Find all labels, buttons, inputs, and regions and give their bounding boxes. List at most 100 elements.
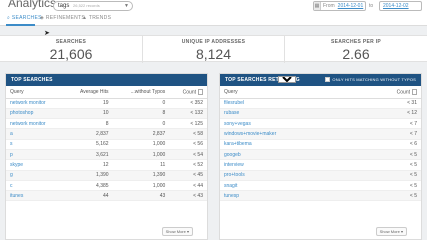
count: < 6 bbox=[356, 139, 421, 150]
col-without-typos[interactable]: ...without Typos bbox=[112, 86, 170, 99]
query-link[interactable]: sony+vegas bbox=[224, 121, 251, 127]
count: < 5 bbox=[356, 149, 421, 161]
count: < 5 bbox=[356, 159, 421, 171]
count: < 56 bbox=[169, 139, 207, 150]
table-row: snagit < 5 bbox=[220, 180, 421, 192]
table-row: p 3,621 1,000 < 54 bbox=[6, 149, 207, 161]
app-header: Analytics tags 26,522 records ▼ ▦ From 201… bbox=[0, 0, 427, 13]
col-count-label: Count bbox=[396, 88, 410, 95]
table-row: photoshop 10 8 < 132 bbox=[6, 108, 207, 120]
col-count[interactable]: Count bbox=[356, 86, 421, 99]
only-hits-toggle[interactable]: ONLY HITS MATCHING WITHOUT TYPOS bbox=[325, 74, 416, 86]
col-count[interactable]: Count bbox=[169, 86, 207, 99]
query-link[interactable]: itunes bbox=[10, 193, 23, 199]
stat-label: SEARCHES bbox=[55, 39, 87, 45]
query-link[interactable]: p bbox=[10, 152, 13, 158]
table-row: c 4,385 1,000 < 44 bbox=[6, 180, 207, 192]
top-searches-table: Query Average Hits ...without Typos Coun… bbox=[6, 86, 207, 202]
avg-hits: 12 bbox=[63, 159, 113, 171]
query-link[interactable]: googeb bbox=[224, 152, 241, 158]
from-date[interactable]: 2014-12-01 bbox=[338, 3, 364, 9]
without-typos: 8 bbox=[112, 108, 170, 120]
active-tab-indicator bbox=[6, 24, 35, 26]
table-row: network monitor 19 0 < 352 bbox=[6, 98, 207, 109]
stats-bar: SEARCHES 21,606 UNIQUE IP ADDRESSES 8,12… bbox=[0, 35, 427, 63]
query-link[interactable]: skype bbox=[10, 162, 23, 168]
table-row: s 5,162 1,000 < 56 bbox=[6, 139, 207, 150]
tab-trends[interactable]: ▲ TRENDS bbox=[82, 15, 111, 21]
without-typos: 2,837 bbox=[112, 128, 170, 140]
avg-hits: 44 bbox=[63, 190, 113, 202]
page-title: Analytics bbox=[8, 0, 57, 10]
index-selector[interactable]: tags 26,522 records ▼ bbox=[53, 1, 133, 11]
table-row: pro+tools < 5 bbox=[220, 170, 421, 181]
avg-hits: 19 bbox=[63, 98, 113, 109]
table-row: g 1,390 1,390 < 45 bbox=[6, 170, 207, 181]
to-date-field[interactable]: 2014-12-02 bbox=[379, 1, 422, 11]
col-query[interactable]: Query bbox=[6, 86, 64, 99]
stat-label: UNIQUE IP ADDRESSES bbox=[181, 39, 246, 45]
show-more-label: Show More bbox=[165, 229, 186, 234]
tab-refinements[interactable]: ◈ REFINEMENTS bbox=[40, 15, 85, 21]
without-typos: 1,000 bbox=[112, 180, 170, 192]
without-typos: 1,390 bbox=[112, 170, 170, 181]
count: < 31 bbox=[356, 98, 421, 109]
col-query[interactable]: Query bbox=[220, 86, 357, 99]
count: < 5 bbox=[356, 180, 421, 192]
col-average-hits[interactable]: Average Hits bbox=[63, 86, 113, 99]
avg-hits: 4,385 bbox=[63, 180, 113, 192]
from-date-field[interactable]: ▦ From 2014-12-01 bbox=[313, 1, 366, 11]
stat-value: 8,124 bbox=[195, 46, 232, 62]
show-more-label: Show More bbox=[379, 229, 400, 234]
query-link[interactable]: kara+tibema bbox=[224, 141, 252, 147]
avg-hits: 3,621 bbox=[63, 149, 113, 161]
query-link[interactable]: filesrubel bbox=[224, 100, 244, 106]
avg-hits: 5,162 bbox=[63, 139, 113, 150]
checkbox[interactable] bbox=[325, 77, 331, 83]
query-link[interactable]: network monitor bbox=[10, 100, 46, 106]
hits-filter-select[interactable] bbox=[278, 76, 296, 83]
count: < 132 bbox=[169, 108, 207, 120]
stat-value: 21,606 bbox=[49, 46, 93, 62]
col-count-label: Count bbox=[182, 88, 196, 95]
chevron-down-icon: ▾ bbox=[400, 229, 403, 234]
without-typos: 1,000 bbox=[112, 149, 170, 161]
count: < 52 bbox=[169, 159, 207, 171]
show-more-button[interactable]: Show More ▾ bbox=[375, 227, 407, 236]
without-typos: 1,000 bbox=[112, 139, 170, 150]
tab-trends-label: TRENDS bbox=[88, 15, 112, 21]
query-link[interactable]: a bbox=[10, 131, 13, 137]
without-typos: 0 bbox=[112, 98, 170, 109]
query-link[interactable]: windows+movie+maker bbox=[224, 131, 276, 137]
query-link[interactable]: rubase bbox=[224, 110, 239, 116]
table-row: googeb < 5 bbox=[220, 149, 421, 161]
from-label: From bbox=[323, 3, 335, 9]
without-typos: 11 bbox=[112, 159, 170, 171]
count: < 58 bbox=[169, 128, 207, 140]
top-searches-returning-table: Query Count filesrubel < 31 rubase < 12 so… bbox=[220, 86, 421, 202]
table-row: sony+vegas < 7 bbox=[220, 118, 421, 130]
query-link[interactable]: snagit bbox=[224, 183, 237, 189]
tab-searches[interactable]: ⌕ SEARCHES bbox=[7, 15, 42, 21]
stat-searches: SEARCHES 21,606 bbox=[0, 36, 142, 63]
avg-hits: 1,390 bbox=[63, 170, 113, 181]
query-link[interactable]: photoshop bbox=[10, 110, 33, 116]
tab-refinements-label: REFINEMENTS bbox=[45, 15, 85, 21]
only-hits-label: ONLY HITS MATCHING WITHOUT TYPOS bbox=[332, 77, 416, 82]
chevron-down-icon: ▼ bbox=[124, 3, 129, 9]
query-link[interactable]: network monitor bbox=[10, 121, 46, 127]
table-row: rubase < 12 bbox=[220, 108, 421, 120]
count: < 352 bbox=[169, 98, 207, 109]
query-link[interactable]: s bbox=[10, 141, 13, 147]
count: < 125 bbox=[169, 118, 207, 130]
count: < 7 bbox=[356, 128, 421, 140]
query-link[interactable]: g bbox=[10, 172, 13, 178]
query-link[interactable]: tunesp bbox=[224, 193, 239, 199]
show-more-button[interactable]: Show More ▾ bbox=[161, 227, 193, 236]
query-link[interactable]: c bbox=[10, 183, 13, 189]
to-label: to bbox=[369, 3, 374, 9]
query-link[interactable]: interview bbox=[224, 162, 244, 168]
count: < 5 bbox=[356, 170, 421, 181]
query-link[interactable]: pro+tools bbox=[224, 172, 245, 178]
chevron-down-icon: ▾ bbox=[186, 229, 189, 234]
